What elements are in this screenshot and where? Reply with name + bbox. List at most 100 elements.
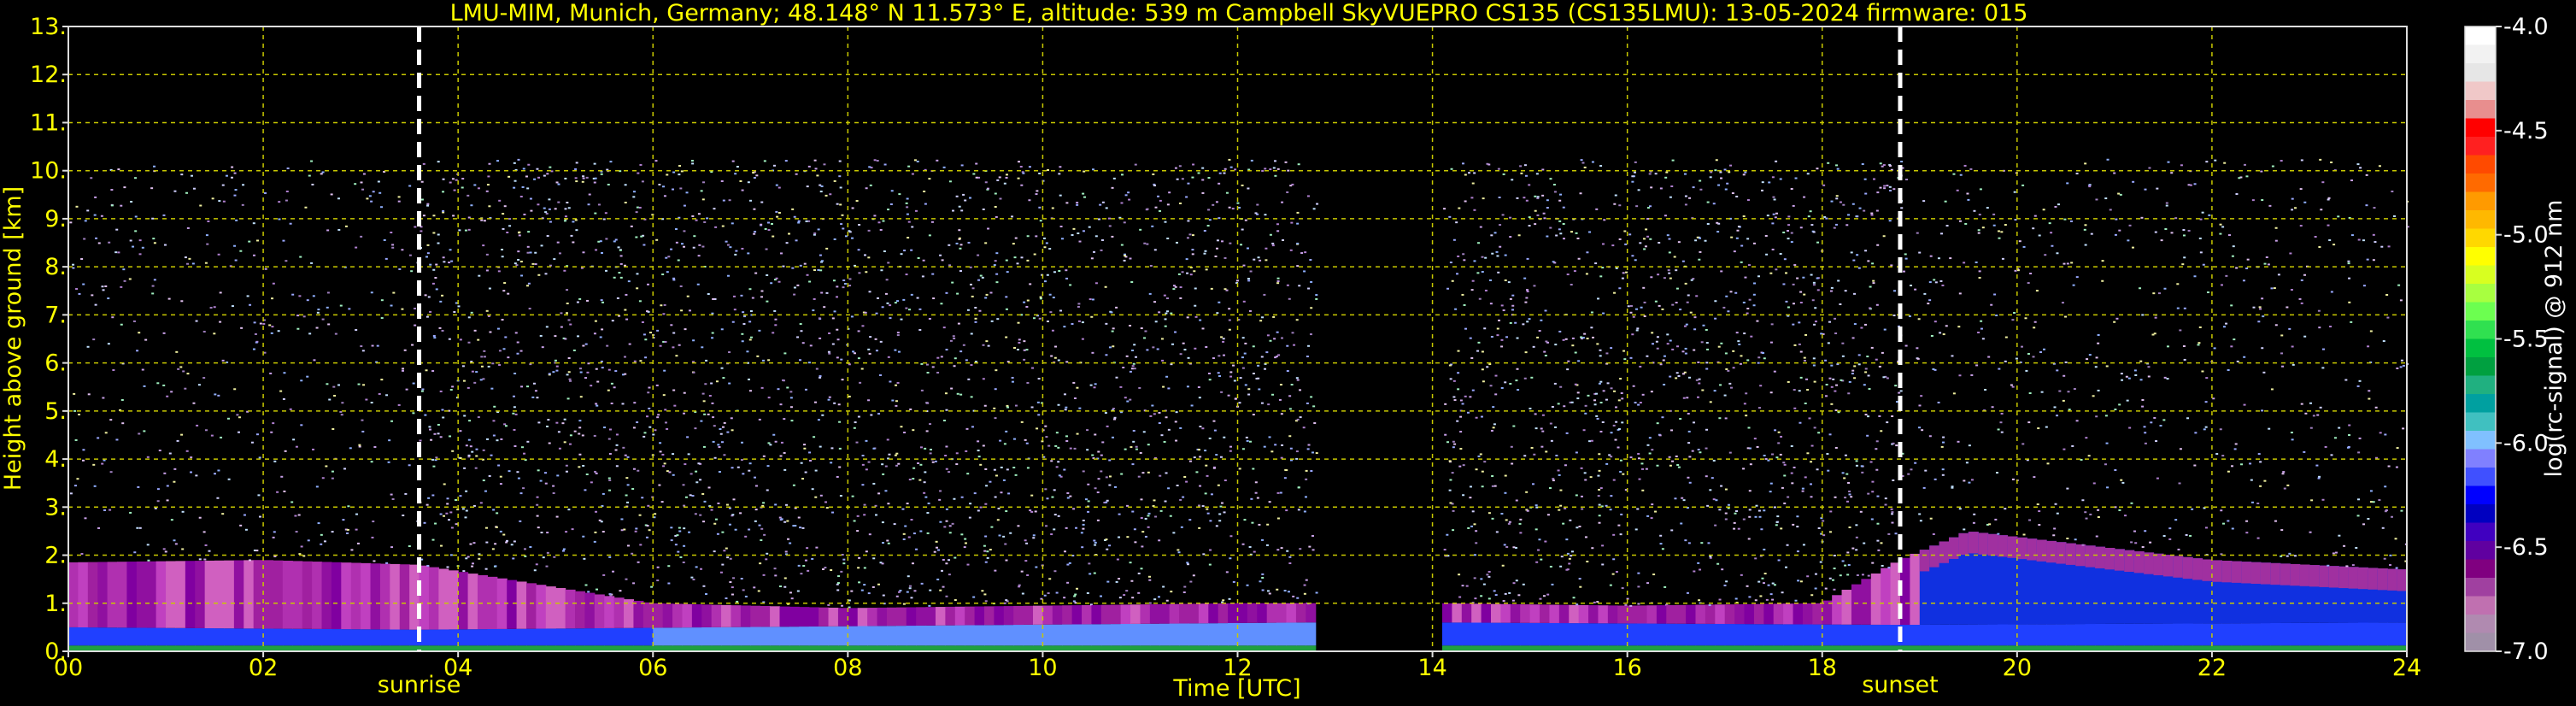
heatmap-cell <box>1880 430 1883 432</box>
heatmap-cell <box>545 586 556 629</box>
heatmap-cell <box>641 321 644 323</box>
heatmap-cell <box>1719 171 1722 174</box>
heatmap-cell <box>1134 541 1137 544</box>
heatmap-cell <box>1579 585 1582 588</box>
heatmap-cell <box>1208 645 1219 651</box>
heatmap-cell <box>837 645 848 651</box>
heatmap-cell <box>1627 605 1638 624</box>
heatmap-cell <box>644 356 648 359</box>
heatmap-cell <box>380 206 384 209</box>
heatmap-cell <box>1516 368 1519 370</box>
heatmap-cell <box>2087 455 2091 457</box>
heatmap-cell <box>1757 580 1761 583</box>
heatmap-cell <box>1476 272 1480 274</box>
heatmap-cell <box>1725 580 1728 583</box>
heatmap-cell <box>820 260 824 262</box>
heatmap-cell <box>1687 542 1691 544</box>
heatmap-cell <box>660 304 663 307</box>
heatmap-cell <box>797 220 801 222</box>
heatmap-cell <box>1042 605 1053 625</box>
heatmap-cell <box>2027 353 2030 356</box>
heatmap-cell <box>1875 468 1879 471</box>
heatmap-cell <box>619 262 623 265</box>
heatmap-cell <box>1687 476 1690 479</box>
heatmap-cell <box>748 378 751 380</box>
heatmap-cell <box>648 426 652 428</box>
heatmap-cell <box>331 645 342 651</box>
heatmap-cell <box>848 395 851 397</box>
heatmap-cell <box>1675 645 1687 651</box>
heatmap-cell <box>868 533 871 536</box>
heatmap-cell <box>1601 421 1605 423</box>
heatmap-cell <box>1748 515 1752 518</box>
heatmap-cell <box>1744 603 1755 625</box>
heatmap-cell <box>1871 262 1875 265</box>
heatmap-cell <box>1248 545 1252 548</box>
heatmap-cell <box>859 381 862 384</box>
heatmap-cell <box>1271 393 1275 396</box>
heatmap-cell <box>479 502 483 504</box>
heatmap-cell <box>548 373 551 375</box>
heatmap-cell <box>1658 304 1661 307</box>
heatmap-cell <box>1188 603 1200 624</box>
heatmap-cell <box>1144 535 1147 538</box>
heatmap-cell <box>1471 279 1475 282</box>
heatmap-cell <box>1030 510 1034 513</box>
heatmap-cell <box>2120 373 2123 375</box>
heatmap-cell <box>1153 598 1157 601</box>
heatmap-cell <box>569 323 572 326</box>
heatmap-cell <box>2127 377 2131 379</box>
heatmap-cell <box>1669 375 1672 378</box>
heatmap-cell <box>887 262 890 264</box>
heatmap-cell <box>726 244 730 246</box>
heatmap-cell <box>552 492 555 495</box>
heatmap-cell <box>487 645 498 651</box>
heatmap-cell <box>1172 285 1176 287</box>
heatmap-cell <box>1733 521 1736 524</box>
heatmap-cell <box>939 521 942 523</box>
heatmap-cell <box>736 600 739 603</box>
heatmap-cell <box>1551 583 1554 585</box>
heatmap-cell <box>2126 399 2129 402</box>
heatmap-cell <box>1861 163 1864 166</box>
heatmap-cell <box>2032 356 2035 358</box>
heatmap-cell <box>433 337 437 339</box>
heatmap-cell <box>1891 511 1894 514</box>
heatmap-cell <box>984 181 988 184</box>
heatmap-cell <box>1779 453 1782 456</box>
heatmap-cell <box>886 645 897 651</box>
heatmap-cell <box>1197 172 1200 174</box>
heatmap-cell <box>1540 319 1543 321</box>
heatmap-cell <box>1481 622 1492 646</box>
heatmap-cell <box>478 274 481 277</box>
heatmap-cell <box>1088 562 1091 565</box>
heatmap-cell <box>1197 449 1200 451</box>
heatmap-cell <box>1746 312 1749 315</box>
heatmap-cell <box>458 229 461 232</box>
heatmap-cell <box>1118 597 1122 599</box>
heatmap-cell <box>2097 509 2100 511</box>
heatmap-cell <box>2021 443 2025 445</box>
heatmap-cell <box>1475 416 1478 419</box>
heatmap-cell <box>1038 172 1042 174</box>
heatmap-cell <box>627 280 631 283</box>
heatmap-cell <box>721 627 732 646</box>
heatmap-cell <box>1904 344 1908 347</box>
heatmap-cell <box>662 313 666 315</box>
heatmap-cell <box>2095 535 2098 538</box>
heatmap-cell <box>471 370 474 373</box>
heatmap-cell <box>1471 603 1482 623</box>
heatmap-cell <box>748 321 752 323</box>
heatmap-cell <box>1111 604 1122 625</box>
heatmap-cell <box>144 338 148 341</box>
heatmap-cell <box>687 453 690 456</box>
heatmap-cell <box>1910 285 1913 287</box>
heatmap-cell <box>1456 420 1459 422</box>
heatmap-cell <box>1515 580 1518 582</box>
heatmap-cell <box>428 629 439 646</box>
heatmap-cell <box>1075 527 1078 529</box>
heatmap-cell <box>1208 219 1212 221</box>
heatmap-cell <box>1473 577 1476 580</box>
heatmap-cell <box>2020 345 2023 348</box>
heatmap-cell <box>1932 532 1935 535</box>
